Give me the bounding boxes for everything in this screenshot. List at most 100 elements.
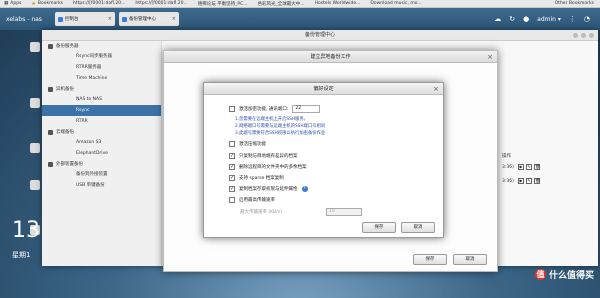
diff-copy-option: ✓ 只复制与目地端有差异的档案 <box>229 153 298 159</box>
cloud-icon <box>48 129 53 135</box>
encryption-checkbox[interactable] <box>229 106 235 112</box>
delete-extra-option: ✓ 删除远程目的文件夹中的多余档案 <box>229 164 307 170</box>
bookmark-item[interactable]: Hostels Worldwide... <box>315 1 361 6</box>
sidebar: 备份服务器 Rsync同步服务器 RTRR服务器 Time Machine 异机… <box>42 41 162 266</box>
row-actions: ▶ ✎ 🗑 <box>518 164 540 170</box>
rate-row: 最大传输速率 (KB/s) 10 <box>240 208 362 216</box>
window-titlebar: 备份管理中心 <box>42 30 598 41</box>
sidebar-item-nas-to-nas[interactable]: NAS to NAS <box>42 94 161 105</box>
bookmark-item[interactable]: https://[f0001:dafl.20... <box>135 1 187 6</box>
bookmark-item[interactable]: ▦ Apps <box>4 1 21 6</box>
sidebar-item-rsync-server[interactable]: Rsync同步服务器 <box>42 51 161 62</box>
table-cell-time: 3:36) <box>502 165 514 170</box>
dialog-footer: 保存 取消 <box>362 222 435 233</box>
delete-icon[interactable]: 🗑 <box>534 164 540 170</box>
tab-backup-manager[interactable]: 备份管理中心 × <box>119 12 179 26</box>
info-icon[interactable]: ? <box>301 186 308 192</box>
sidebar-item-time-machine[interactable]: Time Machine <box>42 73 161 84</box>
minimize-button[interactable] <box>573 33 578 38</box>
refresh-icon[interactable]: ↻ <box>509 15 515 23</box>
more-icon[interactable]: ⋮ <box>569 15 576 23</box>
rate-input[interactable]: 10 <box>325 208 362 216</box>
play-icon[interactable]: ▶ <box>518 178 524 184</box>
usb-icon <box>48 161 53 167</box>
star-icon: ★ <box>31 0 36 7</box>
user-menu[interactable]: admin ▾ <box>537 16 561 23</box>
server-icon <box>48 43 53 49</box>
sidebar-item-elephantdrive[interactable]: ElephantDrive <box>42 148 161 159</box>
play-icon[interactable]: ▶ <box>518 164 524 170</box>
encryption-option: 激活加密功能, 通讯端口: 22 <box>229 105 321 113</box>
close-icon[interactable]: × <box>433 83 439 95</box>
save-button[interactable]: 保存 <box>362 222 396 233</box>
sidebar-item-amazon-s3[interactable]: Amazon S3 <box>42 137 161 148</box>
port-input[interactable]: 22 <box>292 105 321 113</box>
bookmark-item[interactable]: 德稀论坛 平衡坚持_PC... <box>198 1 248 7</box>
maximize-button[interactable] <box>581 33 586 38</box>
nas-logo: xelabs - nas <box>6 15 42 23</box>
diff-copy-checkbox[interactable]: ✓ <box>229 153 235 159</box>
window-title: 备份管理中心 <box>304 32 335 38</box>
dashboard-icon[interactable]: ◔ <box>584 15 590 23</box>
sidebar-item-external-backup[interactable]: 备份到外接装置 <box>42 169 161 180</box>
sidebar-item-rsync[interactable]: Rsync <box>42 105 161 116</box>
watermark-logo: 值 <box>534 269 546 280</box>
permissions-option: ✓ 复制档案存取权限与延伸属性 ? <box>229 186 308 192</box>
row-actions: ▶ ✎ 🗑 <box>518 178 540 184</box>
bookmarks-bar: ▦ Apps ★ Bookmarks https://[f0001:dafl.20.… <box>0 0 600 8</box>
preferences-dialog: 偏好设定 × 激活加密功能, 通讯端口: 22 1.您需要在远端主机上开启SSH… <box>203 82 444 238</box>
watermark: 值 什么值得买 <box>534 269 594 281</box>
edit-icon[interactable]: ✎ <box>526 164 532 170</box>
edit-icon[interactable]: ✎ <box>526 178 532 184</box>
sidebar-item-rtrr-server[interactable]: RTRR服务器 <box>42 62 161 73</box>
desktop-app-icon[interactable] <box>30 98 40 108</box>
dialog-titlebar: 偏好设定 × <box>204 83 443 95</box>
cancel-button[interactable]: 取消 <box>453 254 487 265</box>
desktop-date: 星期1 <box>12 251 31 259</box>
tab-console[interactable]: 控制台 × <box>55 12 115 26</box>
other-bookmarks[interactable]: Other Bookmarks <box>555 1 594 6</box>
bookmark-item[interactable]: 色彩风光_全球最大中... <box>258 1 305 7</box>
backup-icon <box>122 16 127 22</box>
max-rate-checkbox[interactable] <box>229 197 235 203</box>
sidebar-section: 外部装置备份 <box>42 159 161 169</box>
permissions-checkbox[interactable]: ✓ <box>229 186 235 192</box>
dialog-footer: 保存 取消 <box>413 254 487 265</box>
dialog-title: 偏好设定 <box>313 86 334 92</box>
dialog-title: 建立异地备份工作 <box>310 54 351 60</box>
table-cell-time: 3:36) <box>502 179 514 184</box>
close-icon[interactable]: × <box>487 51 493 63</box>
close-icon[interactable]: × <box>172 16 176 22</box>
sparse-checkbox[interactable]: ✓ <box>229 175 235 181</box>
console-icon <box>58 16 63 22</box>
compression-checkbox[interactable] <box>229 141 235 147</box>
sidebar-section: 云端备份 <box>42 127 161 137</box>
sidebar-item-usb-backup[interactable]: USB 单键备份 <box>42 180 161 191</box>
sidebar-section: 备份服务器 <box>42 41 161 51</box>
save-button[interactable]: 保存 <box>413 254 447 265</box>
note-line: 2.网络端口号需要与远端主机的SSH端口号相同 <box>235 124 326 129</box>
delete-extra-checkbox[interactable]: ✓ <box>229 164 235 170</box>
sidebar-item-rtrr[interactable]: RTRR <box>42 116 161 127</box>
desktop-app-icon[interactable] <box>30 42 40 52</box>
nas-topbar: xelabs - nas 控制台 × 备份管理中心 × ☁ ↻ ● admin … <box>0 8 600 30</box>
desktop-clock: 13 <box>12 218 40 243</box>
bookmark-item[interactable]: Download music, mo... <box>370 1 421 6</box>
bookmark-item[interactable]: https://[f0001:dafl.20... <box>73 1 125 6</box>
delete-icon[interactable]: 🗑 <box>534 178 540 184</box>
note-line: 1.您需要在远端主机上开启SSH服务。 <box>235 117 308 122</box>
dialog-titlebar: 建立异地备份工作 × <box>164 51 497 63</box>
close-button[interactable] <box>589 33 594 38</box>
desktop-app-icon[interactable] <box>30 143 40 153</box>
cloud-icon[interactable]: ☁ <box>494 15 501 23</box>
apps-icon: ▦ <box>4 1 9 6</box>
user-icon[interactable]: ● <box>523 15 529 23</box>
bookmark-item[interactable]: ★ Bookmarks <box>31 1 63 7</box>
cancel-button[interactable]: 取消 <box>401 222 435 233</box>
compression-option: 激活压缩功能 <box>229 141 266 147</box>
sidebar-section: 异机备份 <box>42 84 161 94</box>
close-icon[interactable]: × <box>108 16 112 22</box>
column-header-actions: 操作 <box>502 154 511 159</box>
desktop-app-icon[interactable] <box>30 180 40 190</box>
remote-icon <box>48 86 53 92</box>
